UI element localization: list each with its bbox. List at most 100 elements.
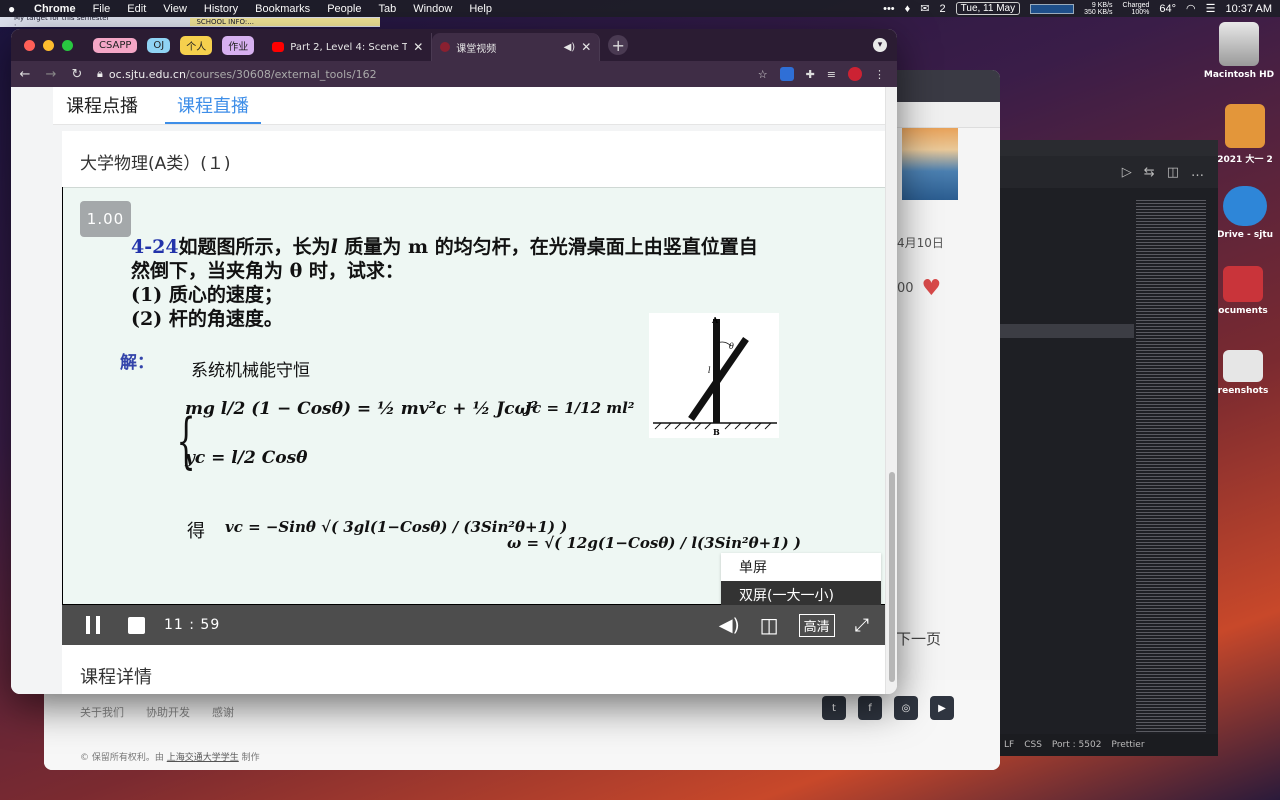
instagram-icon[interactable]: ◎	[894, 696, 918, 720]
new-tab-button[interactable]: +	[608, 35, 629, 55]
wechat-icon[interactable]: ✉	[920, 2, 929, 15]
menu-help[interactable]: Help	[469, 3, 492, 15]
tab-live[interactable]: 课程直播	[165, 92, 261, 124]
profile-avatar[interactable]	[848, 67, 862, 81]
facebook-icon[interactable]: f	[858, 696, 882, 720]
menu-history[interactable]: History	[204, 3, 238, 15]
youtube-icon[interactable]: ▶	[930, 696, 954, 720]
more-icon[interactable]: •••	[883, 3, 895, 15]
tab-audio-icon[interactable]: ◀)	[564, 42, 576, 53]
tab-group-csapp[interactable]: CSAPP	[93, 37, 138, 53]
angular-velocity-equation: ω = √( 12g(1−Cosθ) / l(3Sin²θ+1) )	[507, 534, 802, 552]
stop-icon[interactable]	[128, 616, 145, 634]
menu-window[interactable]: Window	[413, 3, 452, 15]
menu-bookmarks[interactable]: Bookmarks	[255, 3, 310, 15]
height-equation: yc = l/2 Cosθ	[185, 448, 308, 468]
url-domain: oc.sjtu.edu.cn	[108, 67, 186, 81]
menu-edit[interactable]: Edit	[127, 3, 146, 15]
close-window-button[interactable]	[24, 39, 35, 51]
bookmark-school-info[interactable]: SCHOOL INFO:...	[190, 18, 380, 26]
tab-group-homework[interactable]: 作业	[222, 35, 255, 55]
youtube-icon	[272, 42, 285, 52]
run-icon[interactable]: ▷	[1122, 165, 1132, 180]
forward-icon[interactable]: →	[39, 67, 63, 82]
back-icon[interactable]: ←	[13, 67, 37, 82]
twitter-icon[interactable]: t	[822, 696, 846, 720]
school-icon	[1225, 104, 1265, 148]
problem-text-2a: 然倒下，当夹角为	[131, 260, 290, 282]
status-port[interactable]: Port : 5502	[1052, 740, 1102, 750]
status-prettier[interactable]: Prettier	[1111, 740, 1144, 750]
problem-text-1b: 质量为	[337, 236, 409, 258]
next-page-link[interactable]: 下一页	[896, 628, 941, 649]
status-eol[interactable]: LF	[1004, 740, 1014, 750]
copyright-link[interactable]: 上海交通大学学生	[167, 753, 239, 763]
scrollbar-thumb[interactable]	[889, 472, 895, 682]
problem-text-2b: 时，试求：	[302, 260, 404, 282]
chrome-menu-icon[interactable]: ⋮	[874, 68, 885, 81]
footer-link-thanks[interactable]: 感谢	[212, 704, 234, 720]
video-player[interactable]: 1.00 4-24如题图所示，长为l 质量为 m 的均匀杆，在光滑桌面上由竖直位…	[62, 187, 885, 645]
tab-group-personal[interactable]: 个人	[180, 35, 213, 55]
layout-icon[interactable]: ◫	[760, 613, 779, 637]
bookmark-target[interactable]: My target for this semester :...	[0, 14, 120, 30]
extensions-puzzle-icon[interactable]: ✚	[806, 68, 815, 81]
temperature[interactable]: 64°	[1159, 3, 1176, 15]
minimize-window-button[interactable]	[43, 39, 54, 51]
reading-list-icon[interactable]: ≡	[827, 68, 836, 81]
tab-on-demand[interactable]: 课程点播	[54, 92, 150, 124]
status-language[interactable]: CSS	[1024, 740, 1042, 750]
lock-icon[interactable]: 🔒︎	[97, 67, 103, 81]
parallels-icon	[1223, 266, 1263, 302]
course-tabs: 课程点播 课程直播	[53, 87, 885, 125]
footer-link-about[interactable]: 关于我们	[80, 704, 124, 720]
problem-line-1: 4-24如题图所示，长为l 质量为 m 的均匀杆，在光滑桌面上由竖直位置自	[131, 235, 851, 259]
clock[interactable]: 10:37 AM	[1226, 3, 1272, 15]
bookmark-star-icon[interactable]: ☆	[758, 68, 768, 81]
control-center-icon[interactable]: ☰	[1206, 2, 1216, 15]
compare-icon[interactable]: ⇆	[1144, 165, 1155, 180]
close-tab-icon[interactable]: ✕	[581, 40, 591, 54]
tab-scene-texturing[interactable]: Part 2, Level 4: Scene Texturing ✕	[264, 33, 433, 61]
problem-var-theta: θ	[289, 260, 303, 282]
wifi-icon[interactable]: ◠	[1186, 2, 1196, 15]
zoom-window-button[interactable]	[62, 39, 73, 51]
menu-file[interactable]: File	[93, 3, 111, 15]
tab-search-icon[interactable]: ▾	[873, 38, 887, 52]
heart-icon[interactable]: ♥	[922, 276, 942, 301]
bg-like: 00 ♥	[897, 276, 941, 301]
macos-menubar: ● Chrome File Edit View History Bookmark…	[0, 0, 1280, 17]
split-icon[interactable]: ◫	[1167, 165, 1179, 180]
playback-speed-badge[interactable]: 1.00	[80, 201, 131, 237]
extension-cc-icon[interactable]	[779, 67, 794, 81]
date-display[interactable]: Tue, 11 May	[955, 2, 1021, 15]
more-icon[interactable]: …	[1191, 165, 1204, 180]
problem-number: 4-24	[131, 236, 179, 258]
problem-line-2: 然倒下，当夹角为 θ 时，试求：	[131, 259, 851, 283]
quality-button[interactable]: 高清	[798, 613, 835, 637]
menu-people[interactable]: People	[327, 3, 361, 15]
editor-minimap[interactable]	[1136, 200, 1206, 740]
menu-view[interactable]: View	[163, 3, 187, 15]
drop-icon[interactable]: ♦	[905, 3, 911, 15]
lecture-slide: 1.00 4-24如题图所示，长为l 质量为 m 的均匀杆，在光滑桌面上由竖直位…	[63, 187, 885, 609]
reload-icon[interactable]: ↻	[65, 67, 89, 82]
layout-menu: 单屏 双屏(一大一小)	[721, 553, 881, 609]
desktop-icon-macintosh-hd[interactable]: Macintosh HD	[1194, 22, 1280, 80]
fullscreen-icon[interactable]: ⤢	[855, 615, 869, 636]
footer-link-contribute[interactable]: 协助开发	[146, 704, 190, 720]
address-bar[interactable]: 🔒︎ oc.sjtu.edu.cn/courses/30608/external…	[97, 67, 758, 81]
tab-class-video[interactable]: 课堂视频 ◀) ✕	[432, 33, 601, 61]
volume-icon[interactable]: ◀)	[719, 615, 740, 636]
desktop-icon-label: reenshots	[1217, 386, 1269, 396]
pause-icon[interactable]	[86, 616, 100, 634]
menu-app-name[interactable]: Chrome	[34, 3, 76, 15]
editor-toolbar: ▷ ⇆ ◫ …	[1000, 156, 1218, 188]
page-scrollbar[interactable]	[885, 87, 897, 694]
network-graph	[1030, 3, 1075, 14]
menu-tab[interactable]: Tab	[378, 3, 396, 15]
tab-group-oj[interactable]: OJ	[147, 37, 171, 53]
vertical-rod	[713, 319, 720, 423]
menu-option-single-screen[interactable]: 单屏	[721, 553, 881, 581]
close-tab-icon[interactable]: ✕	[413, 40, 423, 54]
